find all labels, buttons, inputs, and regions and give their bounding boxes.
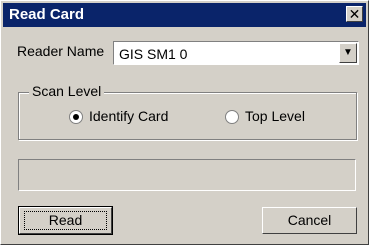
scan-level-legend: Scan Level [29,83,105,99]
reader-name-label: Reader Name [17,43,105,59]
cancel-button-label: Cancel [287,212,332,228]
progress-bar [18,159,356,191]
cancel-button[interactable]: Cancel [262,207,357,234]
read-card-dialog: Read Card ✕ Reader Name GIS SM1 0 ▼ Scan… [0,0,369,245]
read-button[interactable]: Read [18,206,113,235]
identify-card-label[interactable]: Identify Card [89,108,168,124]
reader-name-select[interactable]: GIS SM1 0 ▼ [113,41,359,65]
top-level-label[interactable]: Top Level [245,108,305,124]
close-icon: ✕ [348,6,361,22]
reader-name-value: GIS SM1 0 [119,46,188,62]
close-button[interactable]: ✕ [346,6,363,22]
top-level-radio[interactable] [225,110,239,124]
identify-card-radio[interactable] [69,110,83,124]
dropdown-button[interactable]: ▼ [339,43,357,63]
title-bar[interactable]: Read Card ✕ [3,3,366,27]
chevron-down-icon: ▼ [343,47,353,58]
focus-rect [24,211,107,230]
window-title: Read Card [9,6,85,23]
radio-selected-dot [73,114,79,120]
